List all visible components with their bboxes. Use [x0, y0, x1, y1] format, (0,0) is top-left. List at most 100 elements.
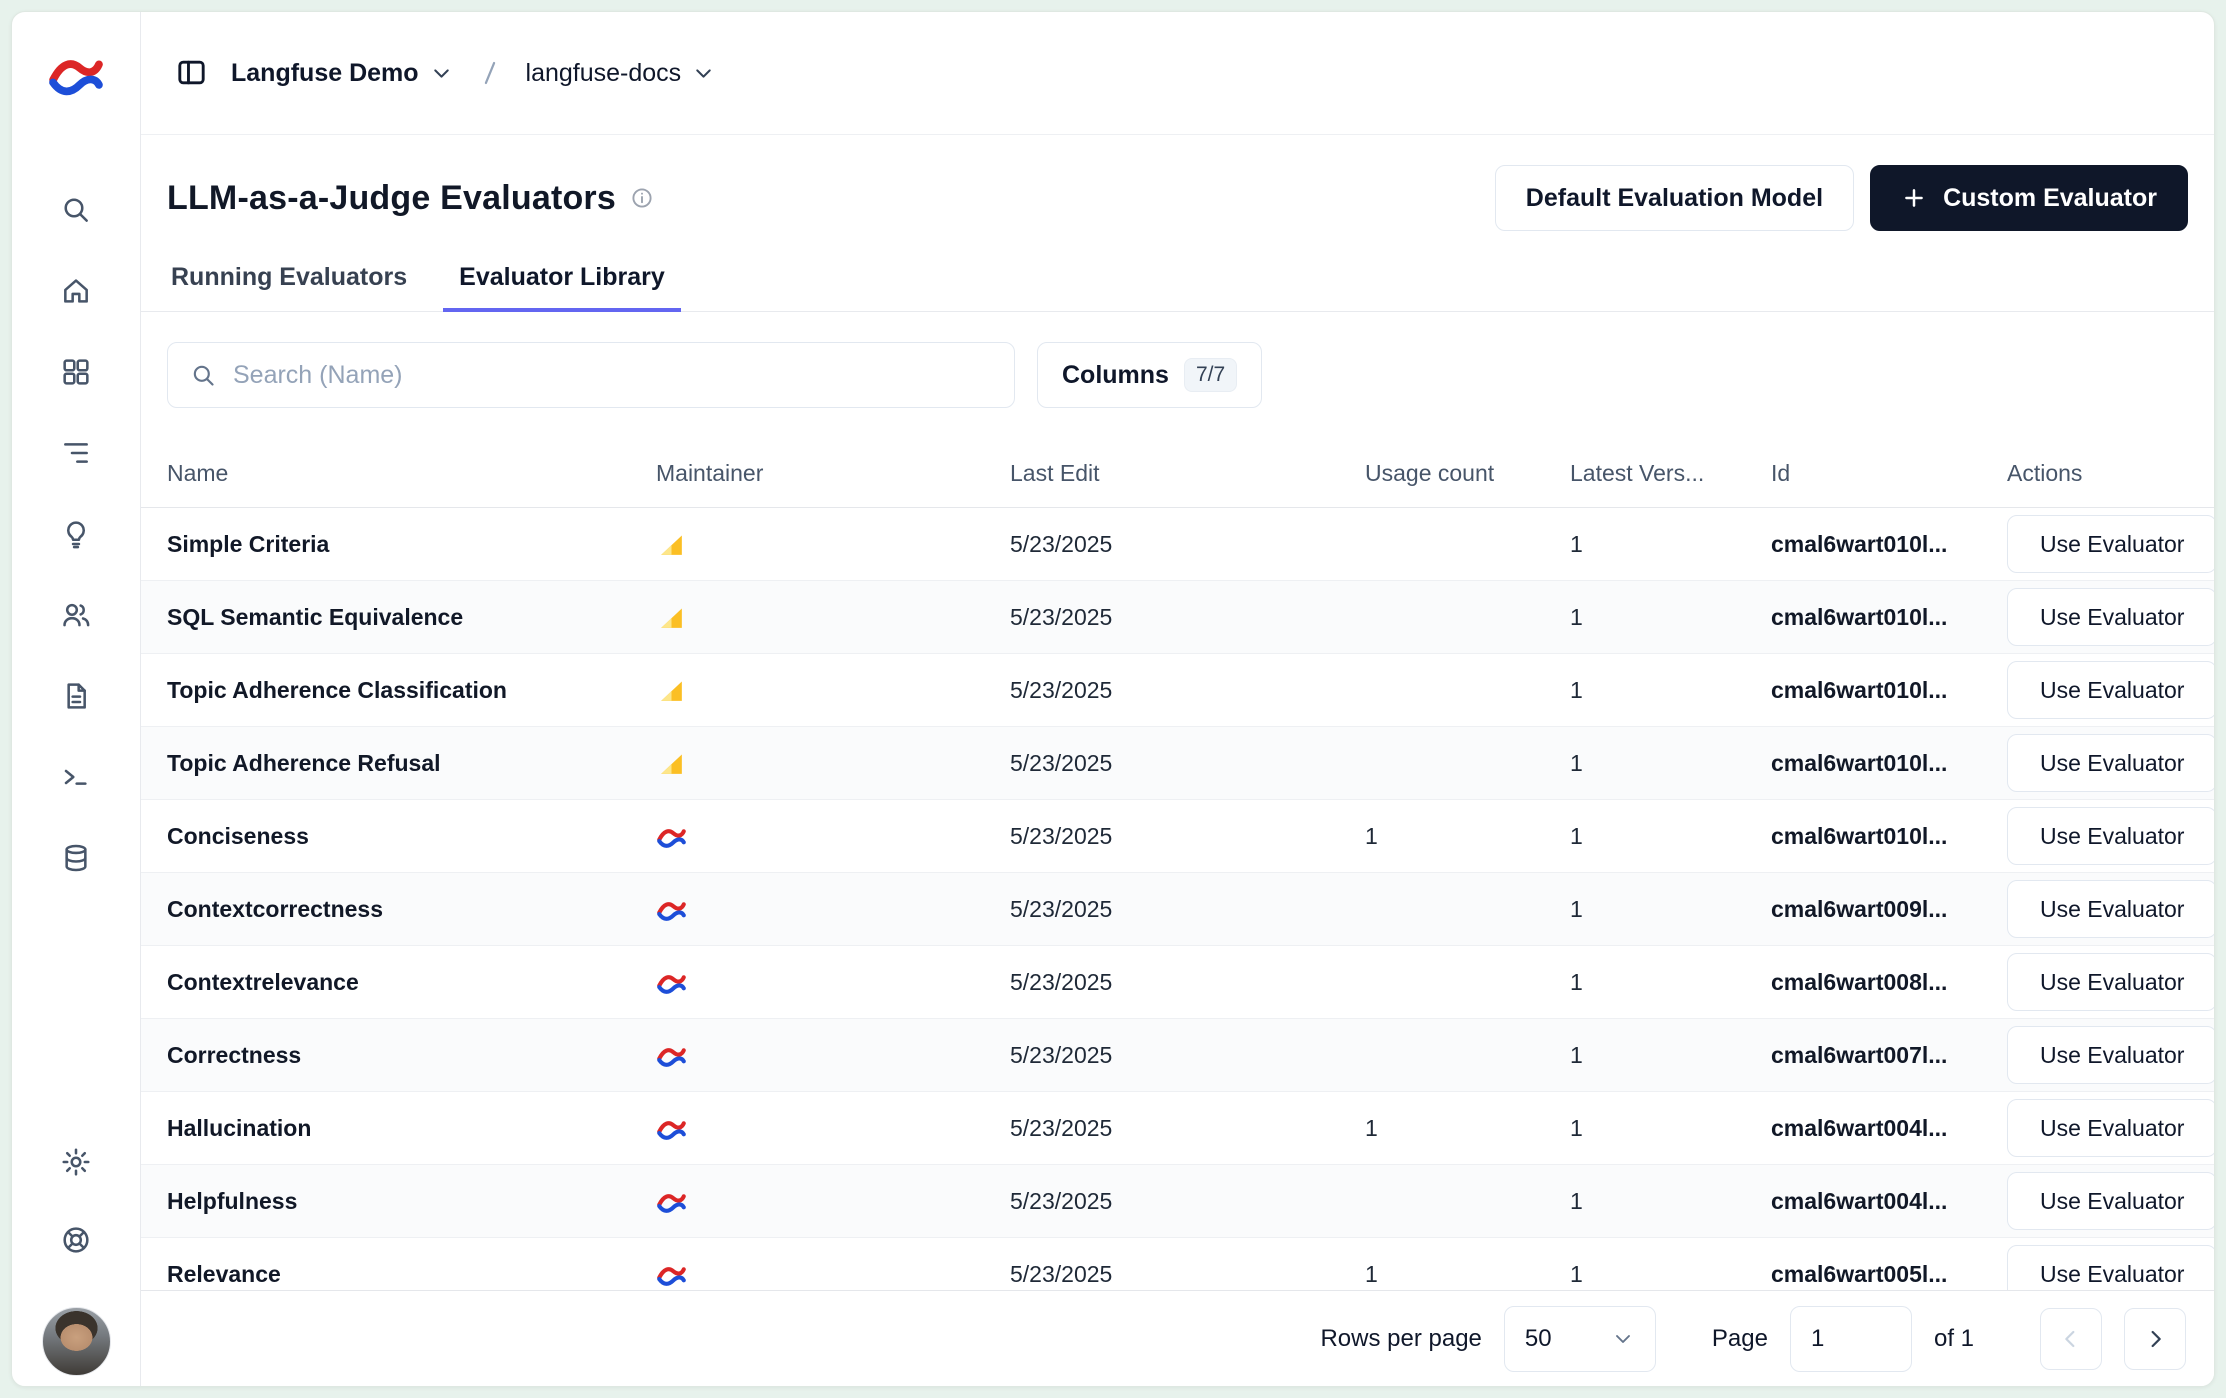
previous-page-button[interactable]: [2040, 1308, 2102, 1370]
use-evaluator-button[interactable]: Use Evaluator: [2007, 1026, 2214, 1084]
custom-evaluator-button[interactable]: Custom Evaluator: [1870, 165, 2188, 231]
last-edit: 5/23/2025: [996, 1188, 1351, 1215]
default-evaluation-model-button[interactable]: Default Evaluation Model: [1495, 165, 1854, 231]
use-evaluator-button[interactable]: Use Evaluator: [2007, 734, 2214, 792]
table-row[interactable]: Hallucination 5/23/2025 1 1 cmal6wart004…: [141, 1092, 2214, 1165]
langfuse-maintainer-icon: [656, 1259, 687, 1290]
page-title: LLM-as-a-Judge Evaluators: [167, 179, 616, 218]
maintainer-cell: [642, 1113, 996, 1144]
topbar: Langfuse Demo langfuse-docs: [141, 12, 2214, 135]
table-row[interactable]: Correctness 5/23/2025 1 cmal6wart007l...…: [141, 1019, 2214, 1092]
info-icon[interactable]: [630, 186, 654, 210]
table-row[interactable]: Simple Criteria 5/23/2025 1 cmal6wart010…: [141, 508, 2214, 581]
maintainer-cell: [642, 675, 996, 706]
table-row[interactable]: Topic Adherence Classification 5/23/2025…: [141, 654, 2214, 727]
use-evaluator-button[interactable]: Use Evaluator: [2007, 1099, 2214, 1157]
table-row[interactable]: Helpfulness 5/23/2025 1 cmal6wart004l...…: [141, 1165, 2214, 1238]
langfuse-logo-icon[interactable]: [47, 45, 105, 103]
actions-cell: Use Evaluator: [1993, 880, 2214, 938]
search-icon: [190, 362, 217, 389]
user-avatar[interactable]: [42, 1307, 111, 1376]
evaluator-name: Conciseness: [141, 823, 642, 850]
table-row[interactable]: Conciseness 5/23/2025 1 1 cmal6wart010l.…: [141, 800, 2214, 873]
use-evaluator-button[interactable]: Use Evaluator: [2007, 588, 2214, 646]
page-input[interactable]: [1790, 1306, 1912, 1372]
actions-cell: Use Evaluator: [1993, 953, 2214, 1011]
column-header-id[interactable]: Id: [1757, 440, 1993, 507]
search-box: [167, 342, 1015, 408]
column-header-edit[interactable]: Last Edit: [996, 440, 1351, 507]
use-evaluator-button[interactable]: Use Evaluator: [2007, 1172, 2214, 1230]
sidebar-toggle-icon[interactable]: [175, 56, 209, 90]
page-label: Page: [1712, 1325, 1768, 1353]
evaluator-id: cmal6wart004l...: [1757, 1188, 1993, 1215]
actions-cell: Use Evaluator: [1993, 807, 2214, 865]
table-row[interactable]: Contextcorrectness 5/23/2025 1 cmal6wart…: [141, 873, 2214, 946]
evaluator-name: Relevance: [141, 1261, 642, 1288]
use-evaluator-button[interactable]: Use Evaluator: [2007, 515, 2214, 573]
tab-running-evaluators[interactable]: Running Evaluators: [155, 263, 423, 312]
use-evaluator-button[interactable]: Use Evaluator: [2007, 880, 2214, 938]
last-edit: 5/23/2025: [996, 677, 1351, 704]
project-selector[interactable]: Langfuse Demo: [231, 59, 454, 88]
use-evaluator-button[interactable]: Use Evaluator: [2007, 953, 2214, 1011]
evaluator-name: Contextrelevance: [141, 969, 642, 996]
users-icon[interactable]: [59, 598, 93, 632]
actions-cell: Use Evaluator: [1993, 1026, 2214, 1084]
usage-count: 1: [1351, 1115, 1556, 1142]
next-page-button[interactable]: [2124, 1308, 2186, 1370]
use-evaluator-button[interactable]: Use Evaluator: [2007, 661, 2214, 719]
rows-per-page-select[interactable]: 50: [1504, 1306, 1656, 1372]
lightbulb-icon[interactable]: [59, 517, 93, 551]
search-input[interactable]: [233, 361, 992, 390]
sidebar-nav: [59, 193, 93, 875]
evaluator-id: cmal6wart005l...: [1757, 1261, 1993, 1288]
chevron-down-icon: [1611, 1327, 1635, 1351]
plus-icon: [1901, 185, 1927, 211]
rows-per-page-value: 50: [1525, 1325, 1552, 1353]
usage-count: 1: [1351, 1261, 1556, 1288]
terminal-icon[interactable]: [59, 760, 93, 794]
document-icon[interactable]: [59, 679, 93, 713]
traces-tree-icon[interactable]: [59, 436, 93, 470]
ragas-maintainer-icon: [656, 602, 687, 633]
column-header-name[interactable]: Name: [141, 440, 642, 507]
use-evaluator-button[interactable]: Use Evaluator: [2007, 807, 2214, 865]
table-body: Simple Criteria 5/23/2025 1 cmal6wart010…: [141, 508, 2214, 1290]
rows-per-page-label: Rows per page: [1320, 1325, 1481, 1353]
use-evaluator-button[interactable]: Use Evaluator: [2007, 1245, 2214, 1290]
chevron-left-icon: [2057, 1325, 2085, 1353]
table-row[interactable]: SQL Semantic Equivalence 5/23/2025 1 cma…: [141, 581, 2214, 654]
evaluator-name: Contextcorrectness: [141, 896, 642, 923]
latest-version: 1: [1556, 1115, 1757, 1142]
table-toolbar: Columns 7/7: [141, 342, 2214, 408]
resource-selector[interactable]: langfuse-docs: [526, 59, 717, 88]
column-header-maint[interactable]: Maintainer: [642, 440, 996, 507]
column-header-actions: Actions: [1993, 440, 2214, 507]
tab-evaluator-library[interactable]: Evaluator Library: [443, 263, 681, 312]
ragas-maintainer-icon: [656, 675, 687, 706]
home-icon[interactable]: [59, 274, 93, 308]
page-of-label: of 1: [1934, 1325, 1974, 1353]
support-lifebuoy-icon[interactable]: [59, 1223, 93, 1257]
table-row[interactable]: Contextrelevance 5/23/2025 1 cmal6wart00…: [141, 946, 2214, 1019]
columns-button[interactable]: Columns 7/7: [1037, 342, 1262, 408]
maintainer-cell: [642, 748, 996, 779]
latest-version: 1: [1556, 969, 1757, 996]
evaluator-id: cmal6wart007l...: [1757, 1042, 1993, 1069]
actions-cell: Use Evaluator: [1993, 661, 2214, 719]
search-icon[interactable]: [59, 193, 93, 227]
column-header-latest[interactable]: Latest Vers...: [1556, 440, 1757, 507]
column-header-usage[interactable]: Usage count: [1351, 440, 1556, 507]
table-row[interactable]: Relevance 5/23/2025 1 1 cmal6wart005l...…: [141, 1238, 2214, 1290]
maintainer-cell: [642, 894, 996, 925]
latest-version: 1: [1556, 1042, 1757, 1069]
actions-cell: Use Evaluator: [1993, 1172, 2214, 1230]
last-edit: 5/23/2025: [996, 823, 1351, 850]
maintainer-cell: [642, 821, 996, 852]
database-icon[interactable]: [59, 841, 93, 875]
settings-gear-icon[interactable]: [59, 1145, 93, 1179]
sidebar-bottom: [42, 1145, 111, 1376]
table-row[interactable]: Topic Adherence Refusal 5/23/2025 1 cmal…: [141, 727, 2214, 800]
dashboard-grid-icon[interactable]: [59, 355, 93, 389]
